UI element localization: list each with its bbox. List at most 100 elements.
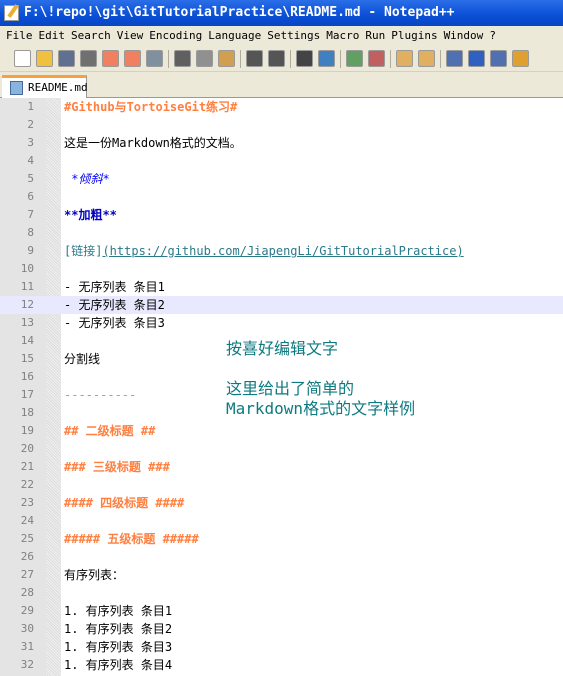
line-text-segment: ### 三级标题 ### [64, 460, 170, 474]
annotation-edit: 按喜好编辑文字 [226, 339, 339, 358]
editor-line[interactable]: 21 ### 三级标题 ### [0, 458, 563, 476]
line-text-segment: 有序列表： [64, 568, 125, 582]
replace-icon[interactable] [318, 50, 335, 67]
line-text: *倾斜* [64, 170, 109, 188]
line-text-segment: ##### 五级标题 ##### [64, 532, 199, 546]
line-text-segment: - 无序列表 条目3 [64, 316, 165, 330]
editor-line[interactable]: 7 **加粗** [0, 206, 563, 224]
line-text-segment: 1. 有序列表 条目3 [64, 640, 173, 654]
close-all-icon[interactable] [124, 50, 141, 67]
line-text-segment: #Github与TortoiseGit练习# [64, 100, 238, 114]
editor-line[interactable]: 25 ##### 五级标题 ##### [0, 530, 563, 548]
sync-v-icon[interactable] [396, 50, 413, 67]
notepad-icon [4, 5, 19, 21]
editor-line[interactable]: 32 1. 有序列表 条目4 [0, 656, 563, 674]
line-text: ---------- [64, 386, 136, 404]
editor-line[interactable]: 29 1. 有序列表 条目1 [0, 602, 563, 620]
zoom-out-icon[interactable] [368, 50, 385, 67]
user-lang-icon[interactable] [512, 50, 529, 67]
line-text: 1. 有序列表 条目1 [64, 602, 172, 620]
line-text: 有序列表： [64, 566, 124, 584]
editor-line[interactable]: 13 - 无序列表 条目3 [0, 314, 563, 332]
editor-line[interactable]: 2 [0, 116, 563, 134]
line-number: 11 [20, 280, 34, 293]
find-icon[interactable] [296, 50, 313, 67]
editor-line[interactable]: 4 [0, 152, 563, 170]
line-number: 29 [20, 604, 34, 617]
show-all-chars-icon[interactable] [468, 50, 485, 67]
editor-line[interactable]: 27 有序列表： [0, 566, 563, 584]
menu-file[interactable]: File [4, 26, 37, 46]
line-text-segment: 1. 有序列表 条目4 [64, 658, 173, 672]
line-text: ## 二级标题 ## [64, 422, 155, 440]
cut-icon[interactable] [174, 50, 191, 67]
paste-icon[interactable] [218, 50, 235, 67]
editor-line[interactable]: 30 1. 有序列表 条目2 [0, 620, 563, 638]
line-text-segment: **加粗** [64, 208, 117, 222]
undo-icon[interactable] [246, 50, 263, 67]
toolbar-separator [440, 49, 441, 68]
open-icon[interactable] [36, 50, 53, 67]
line-text: - 无序列表 条目1 [64, 278, 165, 296]
editor-line[interactable]: 1 #Github与TortoiseGit练习# [0, 98, 563, 116]
line-text-segment: - 无序列表 条目1 [64, 280, 165, 294]
tab-readme[interactable]: README.md [2, 75, 88, 98]
toolbar [0, 46, 563, 72]
editor-line[interactable]: 24 [0, 512, 563, 530]
line-text: 分割线 [64, 350, 100, 368]
link-url[interactable]: (https://github.com/JiapengLi/GitTutoria… [102, 244, 463, 258]
menu-search[interactable]: Search [69, 26, 115, 46]
editor-line[interactable]: 12 - 无序列表 条目2 [0, 296, 563, 314]
editor-line[interactable]: 10 [0, 260, 563, 278]
editor-line[interactable]: 8 [0, 224, 563, 242]
line-number: 22 [20, 478, 34, 491]
new-file-icon[interactable] [14, 50, 31, 67]
line-number: 15 [20, 352, 34, 365]
word-wrap-icon[interactable] [446, 50, 463, 67]
menu-help[interactable]: ? [487, 26, 500, 46]
save-all-icon[interactable] [80, 50, 97, 67]
menu-plugins[interactable]: Plugins [389, 26, 441, 46]
editor-line[interactable]: 5 *倾斜* [0, 170, 563, 188]
line-number: 32 [20, 658, 34, 671]
editor-line[interactable]: 19 ## 二级标题 ## [0, 422, 563, 440]
menu-run[interactable]: Run [363, 26, 389, 46]
line-text-segment: [链接] [64, 244, 103, 258]
menu-settings[interactable]: Settings [265, 26, 324, 46]
annotation-sample-2: Markdown格式的文字样例 [226, 399, 416, 418]
line-text-segment: ---------- [64, 388, 137, 402]
line-number: 26 [20, 550, 34, 563]
menu-edit[interactable]: Edit [37, 26, 70, 46]
indent-guide-icon[interactable] [490, 50, 507, 67]
line-text: 这是一份Markdown格式的文档。 [64, 134, 242, 152]
redo-icon[interactable] [268, 50, 285, 67]
editor-line[interactable]: 26 [0, 548, 563, 566]
menu-language[interactable]: Language [206, 26, 265, 46]
menu-macro[interactable]: Macro [324, 26, 363, 46]
editor-line[interactable]: 31 1. 有序列表 条目3 [0, 638, 563, 656]
toolbar-separator [340, 49, 341, 68]
line-text: ##### 五级标题 ##### [64, 530, 199, 548]
save-icon[interactable] [58, 50, 75, 67]
editor-line[interactable]: 20 [0, 440, 563, 458]
sync-h-icon[interactable] [418, 50, 435, 67]
line-number: 18 [20, 406, 34, 419]
menu-encoding[interactable]: Encoding [147, 26, 206, 46]
editor-line[interactable]: 22 [0, 476, 563, 494]
print-icon[interactable] [146, 50, 163, 67]
copy-icon[interactable] [196, 50, 213, 67]
menu-view[interactable]: View [115, 26, 148, 46]
toolbar-separator [290, 49, 291, 68]
editor-line[interactable]: 11 - 无序列表 条目1 [0, 278, 563, 296]
line-number: 6 [27, 190, 34, 203]
close-icon[interactable] [102, 50, 119, 67]
editor-line[interactable]: 9 [链接](https://github.com/JiapengLi/GitTu… [0, 242, 563, 260]
editor-line[interactable]: 3 这是一份Markdown格式的文档。 [0, 134, 563, 152]
editor-line[interactable]: 23 #### 四级标题 #### [0, 494, 563, 512]
line-text: #Github与TortoiseGit练习# [64, 98, 237, 116]
line-number: 25 [20, 532, 34, 545]
menu-window[interactable]: Window [442, 26, 488, 46]
zoom-in-icon[interactable] [346, 50, 363, 67]
editor-line[interactable]: 28 [0, 584, 563, 602]
editor-line[interactable]: 6 [0, 188, 563, 206]
